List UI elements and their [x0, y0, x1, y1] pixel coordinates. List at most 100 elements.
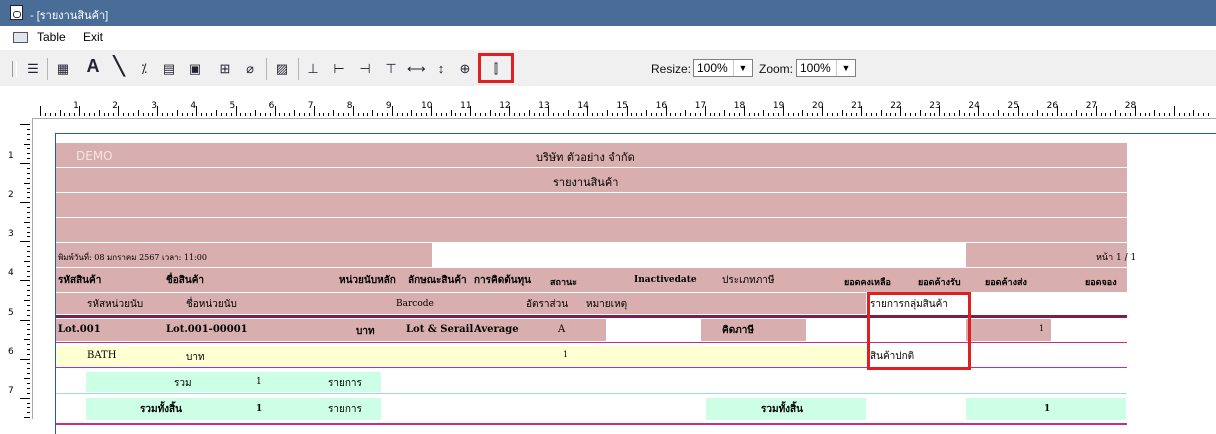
ruler-tick: [660, 113, 662, 116]
ruler-tick: [24, 143, 30, 145]
ruler-tick: [997, 110, 999, 116]
ruler-tick: [27, 407, 30, 409]
ruler-tick: [171, 113, 173, 116]
ruler-tick: [729, 113, 731, 116]
ruler-tick: [611, 113, 613, 116]
ruler-tick: [255, 110, 257, 116]
ruler-tick: [411, 110, 413, 116]
ruler-tick: [426, 113, 428, 116]
ruler-tick: [1066, 113, 1068, 116]
ruler-tick: [225, 113, 227, 116]
ruler-tick: [387, 113, 388, 116]
ruler-tick: [592, 113, 594, 116]
resize-select[interactable]: 100% ▼: [693, 59, 753, 77]
ruler-tick: [851, 113, 853, 116]
ruler-tick: [440, 113, 442, 116]
ruler-tick: [1183, 113, 1185, 116]
line-icon[interactable]: ╲: [110, 57, 128, 75]
ruler-tick: [157, 106, 159, 116]
horizontal-ruler[interactable]: 1 2 3 4 5 6 7 8 9 10 11 12 13 14 15 16 17 18 19 20 21 22 23 24 2…: [32, 86, 1216, 119]
ruler-tick: [27, 148, 30, 150]
ruler-tick: [24, 378, 30, 380]
ruler-tick: [958, 110, 960, 116]
col-item-type: ลักษณะสินค้า: [408, 275, 467, 286]
blank-band[interactable]: [56, 218, 1127, 242]
height-icon[interactable]: ↕: [432, 61, 450, 77]
watermark-text: DEMO: [76, 149, 113, 163]
center-icon[interactable]: ⊕: [456, 61, 474, 77]
group-icon[interactable]: ⊥: [304, 61, 322, 77]
ruler-tick: [450, 110, 452, 116]
sub-header-band[interactable]: [56, 293, 866, 314]
arrange-icon[interactable]: ☰: [24, 61, 42, 77]
ruler-tick: [953, 113, 955, 116]
ruler-tick: [807, 113, 809, 116]
align-left-icon[interactable]: ⊢: [330, 61, 348, 77]
ruler-tick: [518, 113, 520, 116]
align-right-icon[interactable]: ⊣: [356, 61, 374, 77]
table-icon[interactable]: ▦: [54, 61, 72, 77]
col-cost-method: การคิดต้นทุน: [474, 275, 531, 286]
report-title: รายงานสินค้า: [553, 176, 619, 189]
zoom-select[interactable]: 100% ▼: [796, 59, 856, 77]
ruler-tick: [27, 153, 30, 155]
ruler-tick: [162, 113, 164, 116]
data-row-pink[interactable]: [56, 319, 606, 341]
eraser-icon[interactable]: ⌀: [241, 61, 259, 77]
band-icon[interactable]: ▤: [160, 61, 178, 77]
highlight-insert-column: [478, 53, 514, 83]
menu-table[interactable]: Table: [37, 30, 66, 44]
align-top-icon[interactable]: ⊤: [382, 61, 400, 77]
ruler-tick: [27, 275, 30, 277]
ruler-tick: [27, 270, 30, 272]
ruler-tick: [826, 113, 828, 116]
ruler-mark: 7: [8, 385, 14, 396]
ruler-tick: [1178, 113, 1180, 116]
ruler-tick: [597, 113, 599, 116]
chevron-down-icon[interactable]: ▼: [733, 60, 752, 76]
document-icon[interactable]: [13, 32, 28, 43]
ruler-tick: [455, 113, 457, 116]
ruler-mark: 10: [421, 101, 433, 111]
ruler-tick: [538, 113, 540, 116]
chevron-down-icon[interactable]: ▼: [836, 60, 855, 76]
column-header-band[interactable]: [56, 268, 1127, 292]
toolbar-grip[interactable]: [12, 61, 17, 77]
col-pending-send: ยอดค้างส่ง: [985, 278, 1027, 288]
ruler-tick: [1159, 113, 1161, 116]
ruler-tick: [196, 106, 198, 116]
chart-icon[interactable]: ▨: [273, 61, 291, 77]
ruler-tick: [484, 113, 486, 116]
col-item-name: ชื่อสินค้า: [166, 275, 205, 286]
vertical-ruler[interactable]: 1 2 3 4 5 6 7: [0, 118, 33, 419]
ruler-tick: [817, 113, 819, 116]
ruler-tick: [299, 113, 301, 116]
ruler-tick: [27, 158, 30, 160]
separator: [47, 58, 48, 80]
width-icon[interactable]: ⟷: [407, 61, 426, 77]
ruler-tick: [27, 192, 30, 194]
ruler-tick: [988, 113, 990, 116]
ruler-tick: [577, 113, 579, 116]
ruler-mark: 4: [190, 101, 197, 111]
ruler-mark: 5: [229, 101, 236, 111]
ruler-tick: [27, 387, 30, 389]
ruler-tick: [641, 113, 643, 116]
separator: [266, 58, 267, 80]
unit-row[interactable]: [56, 346, 866, 366]
image-icon[interactable]: ▣: [186, 61, 204, 77]
field-icon[interactable]: ⊞: [216, 61, 234, 77]
ruler-tick: [27, 304, 30, 306]
col-unit-name: ชื่อหน่วยนับ: [186, 299, 237, 310]
resize-value: 100%: [697, 61, 728, 75]
ruler-tick: [763, 110, 765, 116]
ruler-tick: [235, 106, 237, 116]
formula-icon[interactable]: ⁒: [135, 61, 153, 77]
menu-exit[interactable]: Exit: [83, 30, 103, 44]
ruler-tick: [323, 113, 325, 116]
text-icon[interactable]: A: [84, 57, 102, 75]
app-icon[interactable]: [10, 5, 23, 20]
ruler-tick: [27, 251, 30, 253]
blank-band[interactable]: [56, 193, 1127, 217]
ruler-tick: [1125, 113, 1127, 116]
